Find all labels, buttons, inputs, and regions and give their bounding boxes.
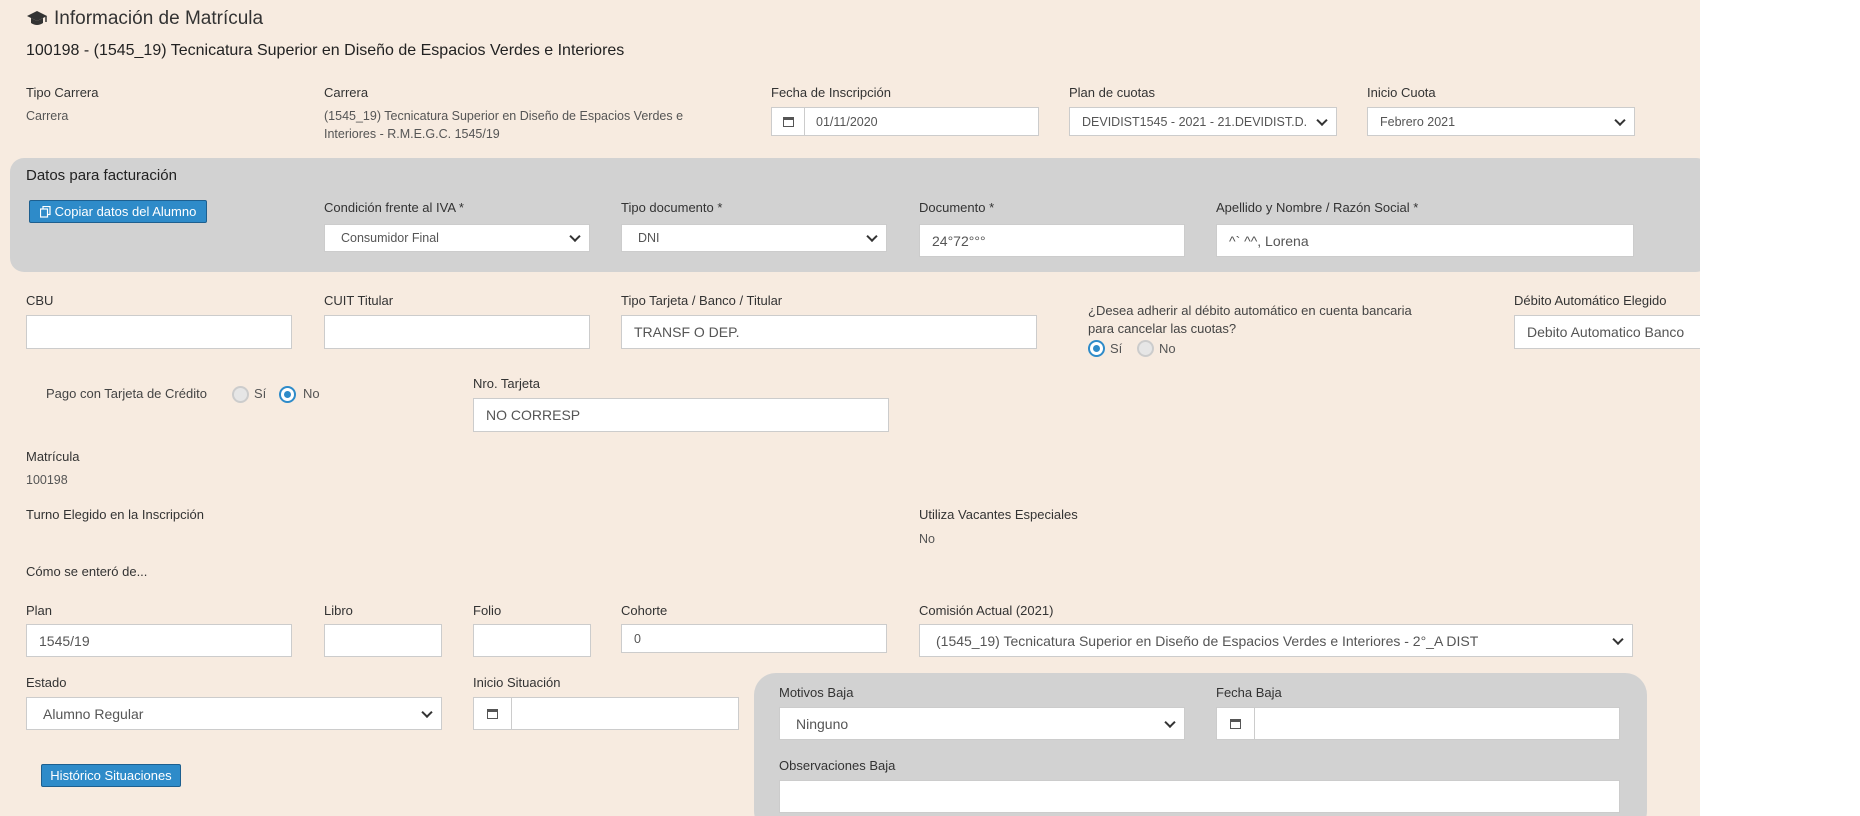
inicio-situacion-label: Inicio Situación [473,675,561,690]
iva-value: Consumidor Final [341,231,439,245]
cohorte-label: Cohorte [621,603,668,618]
documento-value: 24°72°°° [932,232,986,249]
comision-label: Comisión Actual (2021) [919,603,1054,618]
nombre-input[interactable]: ^` ^^, Lorena [1216,224,1634,257]
carrera-value-line2: Interiores - R.M.E.G.C. 1545/19 [324,127,500,141]
fecha-baja-input[interactable] [1216,707,1620,740]
calendar-icon [487,708,498,719]
nombre-label: Apellido y Nombre / Razón Social * [1216,200,1419,215]
carrera-value-line1: (1545_19) Tecnicatura Superior en Diseño… [324,109,684,123]
debito-si-radio[interactable] [1088,340,1105,357]
documento-label: Documento * [919,200,995,215]
comision-value: (1545_19) Tecnicatura Superior en Diseño… [936,632,1479,649]
plan-label: Plan [26,603,53,618]
inicio-cuota-select[interactable]: Febrero 2021 [1367,107,1635,136]
copy-button-label: Copiar datos del Alumno [54,204,197,219]
tipo-documento-value: DNI [638,231,660,245]
estado-select[interactable]: Alumno Regular [26,697,442,730]
folio-label: Folio [473,603,502,618]
motivos-baja-value: Ninguno [796,715,849,732]
calendar-addon[interactable] [772,108,805,135]
tarjeta-banco-label: Tipo Tarjeta / Banco / Titular [621,293,783,308]
calendar-addon[interactable] [474,698,512,729]
cuit-label: CUIT Titular [324,293,394,308]
cbu-input[interactable] [26,315,292,349]
pago-no-label: No [303,386,320,401]
calendar-icon [782,116,794,127]
plan-cuotas-select[interactable]: DEVIDIST1545 - 2021 - 21.DEVIDIST.D. [1069,107,1337,136]
estado-value: Alumno Regular [43,705,144,722]
debito-question-line1: ¿Desea adherir al débito automático en c… [1088,303,1412,318]
cbu-label: CBU [26,293,54,308]
cohorte-value: 0 [634,631,641,646]
pago-si-radio[interactable] [232,386,249,403]
nro-tarjeta-input[interactable]: NO CORRESP [473,398,889,432]
nro-tarjeta-value: NO CORRESP [486,407,581,423]
matricula-value: 100198 [26,473,68,487]
copy-student-data-button[interactable]: Copiar datos del Alumno [29,200,207,223]
pago-si-label: Sí [254,386,267,401]
panel-header: Información de Matrícula [26,8,263,30]
debito-no-label: No [1159,341,1176,356]
inicio-cuota-label: Inicio Cuota [1367,85,1436,100]
plan-value: 1545/19 [39,632,90,649]
page-subtitle: 100198 - (1545_19) Tecnicatura Superior … [26,42,625,59]
como-se-entero-label: Cómo se enteró de... [26,564,148,579]
carrera-label: Carrera [324,85,369,100]
calendar-addon[interactable] [1217,708,1255,739]
tipo-carrera-label: Tipo Carrera [26,85,99,100]
pago-no-radio[interactable] [279,386,296,403]
vacantes-label: Utiliza Vacantes Especiales [919,507,1078,522]
graduation-cap-icon [27,11,47,25]
turno-label: Turno Elegido en la Inscripción [26,507,205,522]
cohorte-input[interactable]: 0 [621,624,887,653]
page-title: Información de Matrícula [54,8,264,29]
fecha-baja-label: Fecha Baja [1216,685,1282,700]
plan-input[interactable]: 1545/19 [26,624,292,657]
plan-cuotas-label: Plan de cuotas [1069,85,1156,100]
historico-button-label: Histórico Situaciones [50,768,172,783]
debito-elegido-value: Debito Automatico Banco [1527,324,1685,340]
debito-si-label: Sí [1110,341,1123,356]
matricula-panel: Información de Matrícula 100198 - (1545_… [0,0,1700,816]
tipo-documento-select[interactable]: DNI [621,224,887,252]
documento-input[interactable]: 24°72°°° [919,224,1185,257]
motivos-baja-label: Motivos Baja [779,685,854,700]
comision-select[interactable]: (1545_19) Tecnicatura Superior en Diseño… [919,624,1633,657]
debito-no-radio[interactable] [1137,340,1154,357]
nombre-value: ^` ^^, Lorena [1229,232,1309,249]
historico-situaciones-button[interactable]: Histórico Situaciones [41,764,181,787]
debito-elegido-label: Débito Automático Elegido [1514,293,1667,308]
cuit-input[interactable] [324,315,590,349]
matricula-label: Matrícula [26,449,80,464]
inicio-cuota-value: Febrero 2021 [1380,114,1456,129]
nro-tarjeta-label: Nro. Tarjeta [473,376,540,391]
tipo-documento-label: Tipo documento * [621,200,723,215]
fecha-inscripcion-value: 01/11/2020 [816,114,878,129]
fecha-inscripcion-label: Fecha de Inscripción [771,85,891,100]
iva-select[interactable]: Consumidor Final [324,224,590,252]
libro-label: Libro [324,603,353,618]
debito-elegido-input[interactable]: Debito Automatico Banco [1514,315,1700,349]
tarjeta-banco-input[interactable]: TRANSF O DEP. [621,315,1037,349]
iva-label: Condición frente al IVA * [324,200,464,215]
inicio-situacion-input[interactable] [473,697,739,730]
observaciones-baja-label: Observaciones Baja [779,758,896,773]
tipo-carrera-value: Carrera [26,109,69,123]
folio-input[interactable] [473,624,591,657]
observaciones-baja-input[interactable] [779,780,1620,813]
motivos-baja-select[interactable]: Ninguno [779,707,1185,740]
tarjeta-banco-value: TRANSF O DEP. [634,324,740,340]
calendar-icon [1230,718,1241,729]
pago-tarjeta-label: Pago con Tarjeta de Crédito [46,386,207,401]
estado-label: Estado [26,675,67,690]
libro-input[interactable] [324,624,442,657]
fecha-inscripcion-input[interactable]: 01/11/2020 [771,107,1039,136]
vacantes-value: No [919,532,935,546]
facturacion-title: Datos para facturación [26,167,177,184]
debito-question-line2: para cancelar las cuotas? [1088,321,1237,336]
copy-icon [39,205,51,218]
plan-cuotas-value: DEVIDIST1545 - 2021 - 21.DEVIDIST.D. [1082,114,1308,129]
